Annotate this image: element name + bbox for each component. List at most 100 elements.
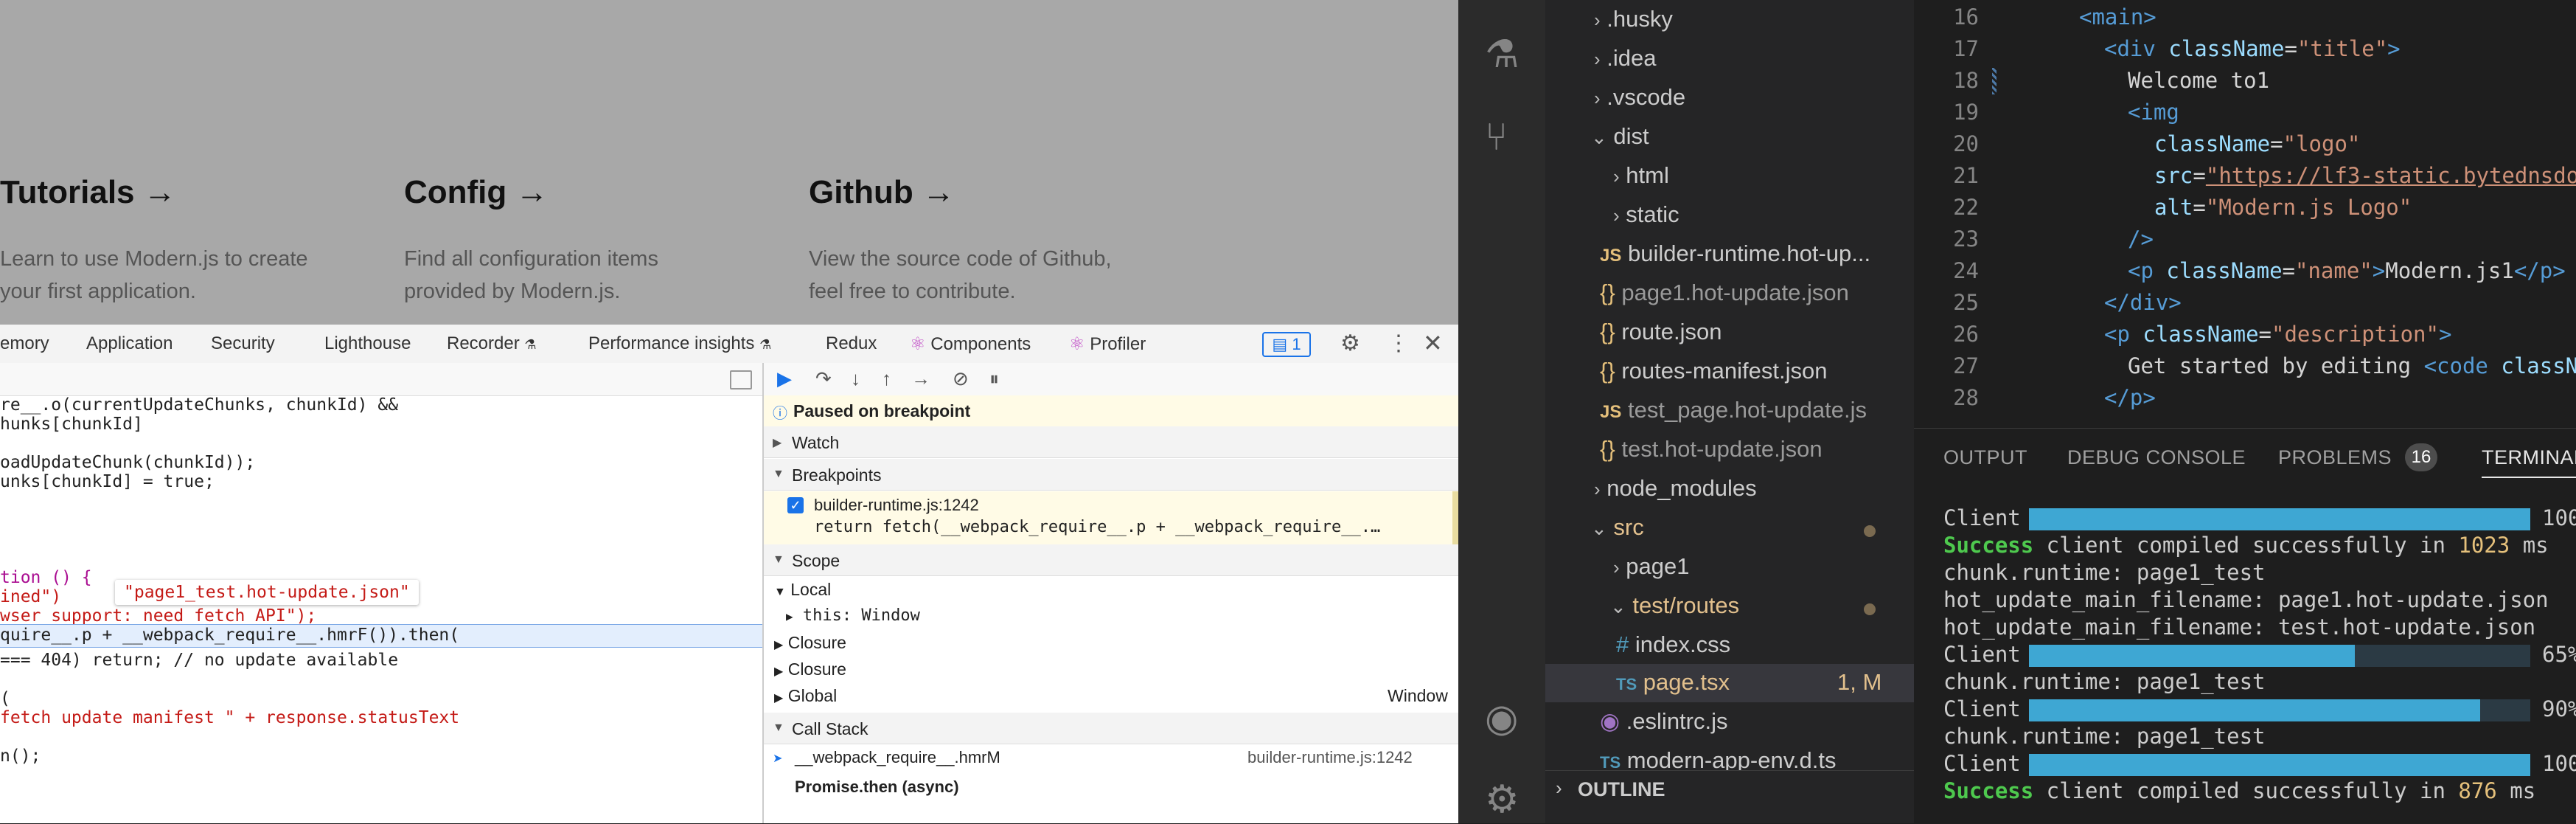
explorer-item-folder[interactable]: › .husky — [1594, 6, 1673, 32]
explorer-item-folder[interactable]: ⌄ src — [1591, 514, 1644, 541]
chevron-down-icon: ⌄ — [1610, 595, 1626, 617]
explorer-item-file[interactable]: {} routes-manifest.json — [1600, 358, 1827, 384]
scope-closure[interactable]: ▶ Closure — [774, 659, 846, 679]
ts-file-icon: TS — [1616, 675, 1637, 693]
tab-security[interactable]: Security — [211, 333, 275, 354]
explorer-item-folder[interactable]: ⌄ test/routes — [1610, 592, 1739, 619]
resume-icon[interactable]: ▶ — [777, 367, 792, 390]
settings-icon[interactable]: ⚙ — [1340, 330, 1360, 356]
code-line: </div> — [2104, 290, 2182, 315]
panel-tab-output[interactable]: OUTPUT — [1943, 446, 2027, 469]
line-number: 25 — [1953, 290, 1979, 315]
tab-performance-insights[interactable]: Performance insights ⚗ — [588, 333, 771, 354]
code-line: oadUpdateChunk(chunkId)); — [0, 453, 256, 472]
explorer-item-label: modern-app-env.d.ts — [1626, 747, 1837, 773]
explorer-item-folder[interactable]: › html — [1613, 162, 1669, 189]
explorer-item-folder[interactable]: › page1 — [1613, 553, 1690, 580]
breakpoint-code: return fetch(__webpack_require__.p + __w… — [814, 518, 1381, 536]
step-into-icon[interactable]: ↓ — [851, 367, 860, 390]
explorer-item-label: test_page.hot-update.js — [1627, 397, 1867, 423]
explorer-item-folder[interactable]: ⌄ dist — [1591, 123, 1649, 150]
more-options-icon[interactable]: ⋮ — [1388, 330, 1410, 356]
explorer-item-file[interactable]: {} page1.hot-update.json — [1600, 280, 1849, 306]
explorer-item-folder[interactable]: › static — [1613, 201, 1679, 228]
terminal-text: Client — [1943, 696, 2021, 721]
card-title-github[interactable]: Github → — [809, 174, 955, 211]
card-title-config[interactable]: Config → — [404, 174, 549, 211]
code-token[interactable]: "https://lf3-static.bytednsdo — [2206, 163, 2576, 188]
step-icon[interactable]: → — [911, 367, 930, 390]
tab-profiler[interactable]: ⚛ Profiler — [1069, 333, 1146, 355]
code-token: "logo" — [2283, 131, 2361, 156]
explorer-item-file[interactable]: {} route.json — [1600, 319, 1722, 345]
source-control-icon[interactable]: ⑂ — [1485, 115, 1508, 159]
code-line: src="https://lf3-static.bytednsdo — [2154, 163, 2576, 188]
chevron-down-icon: ⌄ — [1591, 126, 1607, 148]
tab-redux[interactable]: Redux — [826, 333, 877, 354]
call-stack-async-label: Promise.then (async) — [795, 778, 959, 796]
scope-global[interactable]: ▶ Global — [774, 686, 837, 706]
step-out-icon[interactable]: ↑ — [882, 367, 891, 390]
line-number: 23 — [1953, 226, 1979, 252]
scope-closure[interactable]: ▶ Closure — [774, 633, 846, 653]
terminal-line: chunk.runtime: page1_test — [1943, 724, 2266, 749]
tab-application[interactable]: Application — [86, 333, 173, 354]
manage-gear-icon[interactable]: ⚙ — [1485, 778, 1520, 822]
chevron-right-icon: › — [1613, 165, 1620, 187]
explorer-item-file[interactable]: # index.css — [1616, 631, 1730, 658]
panel-tab-problems[interactable]: PROBLEMS — [2278, 446, 2392, 469]
code-line: Get started by editing <code classN — [2128, 353, 2576, 378]
toggle-debugger-icon[interactable] — [730, 370, 752, 390]
terminal-text: client compiled successfully in — [2033, 778, 2459, 803]
code-token: <img — [2128, 100, 2179, 125]
outline-section[interactable]: › OUTLINE — [1545, 770, 1914, 823]
testing-icon[interactable]: ⚗ — [1485, 32, 1520, 77]
code-token: className — [2166, 258, 2283, 283]
explorer-item-file[interactable]: ◉ .eslintrc.js — [1600, 708, 1728, 735]
terminal-text: Client — [1943, 751, 2021, 776]
info-icon: ⓘ — [773, 406, 787, 422]
issues-badge[interactable]: ▤ 1 — [1262, 332, 1311, 357]
explorer-item-label: test.hot-update.json — [1621, 436, 1823, 462]
explorer-item-file[interactable]: JS builder-runtime.hot-up... — [1600, 240, 1870, 267]
tab-recorder[interactable]: Recorder ⚗ — [447, 333, 537, 354]
step-over-icon[interactable]: ↷ — [815, 367, 832, 390]
section-scope[interactable]: ▼ Scope — [764, 544, 1458, 576]
section-watch[interactable]: ▶ Watch — [764, 426, 1458, 458]
chevron-right-icon: › — [1594, 87, 1601, 109]
panel-tab-debug-console[interactable]: DEBUG CONSOLE — [2067, 446, 2246, 469]
call-stack-frame-location[interactable]: builder-runtime.js:1242 — [1247, 748, 1413, 767]
panel-tab-terminal[interactable]: TERMINAL — [2482, 446, 2576, 478]
activity-bar: ⚗ ⑂ ◉ ⚙ — [1458, 0, 1545, 823]
terminal-output[interactable]: Client 100 Success client compiled succe… — [1914, 505, 2576, 824]
line-number: 20 — [1953, 131, 1979, 156]
tab-components[interactable]: ⚛ Components — [910, 333, 1031, 355]
account-icon[interactable]: ◉ — [1485, 696, 1518, 741]
call-stack-frame[interactable]: __webpack_require__.hmrM — [795, 748, 1000, 767]
terminal-line: chunk.runtime: page1_test — [1943, 560, 2266, 585]
section-breakpoints[interactable]: ▼ Breakpoints — [764, 459, 1458, 491]
explorer-item-file[interactable]: {} test.hot-update.json — [1600, 436, 1823, 463]
terminal-text: ms — [2510, 533, 2549, 558]
code-line: </p> — [2104, 385, 2156, 410]
breakpoint-checkbox[interactable]: ✓ — [787, 497, 804, 513]
explorer-item-folder[interactable]: › node_modules — [1594, 475, 1757, 502]
breakpoint-file[interactable]: builder-runtime.js:1242 — [814, 496, 979, 515]
close-icon[interactable]: ✕ — [1423, 329, 1443, 357]
explorer-item-file[interactable]: JS test_page.hot-update.js — [1600, 397, 1867, 423]
explorer-item-file[interactable]: TS page.tsx — [1616, 669, 1730, 696]
chevron-right-icon: › — [1556, 777, 1562, 799]
tab-memory[interactable]: emory — [0, 333, 49, 354]
scope-local[interactable]: ▼ Local — [774, 580, 831, 600]
scope-this-label: this: Window — [802, 606, 920, 625]
explorer-item-folder[interactable]: › .idea — [1594, 45, 1657, 72]
explorer-item-folder[interactable]: › .vscode — [1594, 84, 1685, 111]
section-call-stack[interactable]: ▼ Call Stack — [764, 713, 1458, 744]
tab-lighthouse[interactable]: Lighthouse — [324, 333, 411, 354]
git-modified-gutter — [1992, 68, 1997, 94]
card-title-tutorials[interactable]: Tutorials → — [0, 174, 176, 211]
deactivate-breakpoints-icon[interactable]: ⊘ — [953, 367, 969, 390]
scope-this[interactable]: ▶ this: Window — [786, 606, 920, 625]
pause-on-exceptions-icon[interactable]: ⏸ — [989, 367, 999, 391]
code-line: fetch update manifest " + response.statu… — [0, 708, 460, 727]
